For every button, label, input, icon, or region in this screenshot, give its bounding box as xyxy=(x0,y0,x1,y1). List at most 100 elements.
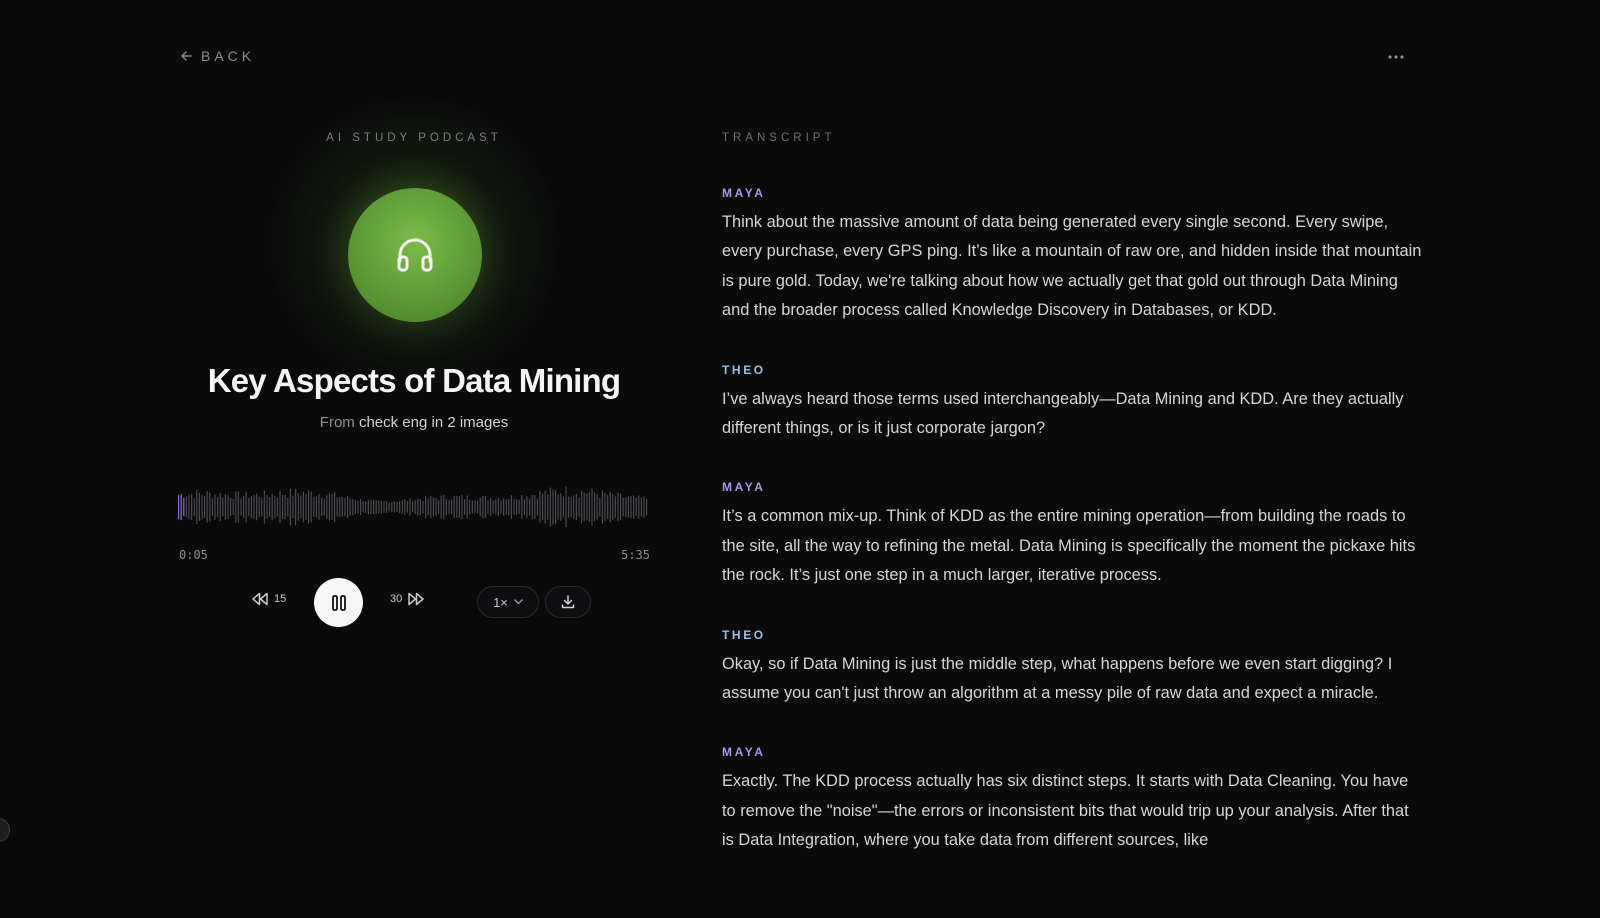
transcript-turn: MAYA Think about the massive amount of da… xyxy=(722,186,1422,326)
transcript-turn: THEO I’ve always heard those terms used i… xyxy=(722,363,1422,444)
waveform-bar xyxy=(380,500,382,514)
waveform-bar xyxy=(248,497,250,517)
waveform-bar xyxy=(560,493,562,521)
waveform-bar xyxy=(594,492,596,522)
waveform-bar xyxy=(302,491,304,523)
waveform-bar xyxy=(456,495,458,519)
sidebar-toggle-handle[interactable] xyxy=(0,818,10,842)
waveform-bar xyxy=(438,499,440,515)
waveform-bar xyxy=(508,498,510,516)
waveform-bar xyxy=(484,496,486,518)
waveform-bar xyxy=(482,496,484,518)
waveform-bar xyxy=(401,499,403,515)
waveform-bar xyxy=(497,497,499,517)
playback-speed-button[interactable]: 1× xyxy=(477,586,539,618)
waveform-bar xyxy=(625,497,627,517)
waveform-bar xyxy=(451,499,453,515)
waveform-bar xyxy=(367,499,369,515)
waveform-bar xyxy=(279,490,281,524)
waveform-bar xyxy=(201,494,203,520)
skip-back-button[interactable]: 15 xyxy=(251,592,286,606)
waveform-bar xyxy=(518,499,520,515)
transcript-label: TRANSCRIPT xyxy=(722,132,836,144)
waveform-bar xyxy=(627,496,629,518)
pause-icon xyxy=(331,594,346,611)
waveform-bar xyxy=(222,497,224,517)
waveform-bar xyxy=(318,494,320,520)
waveform-bar xyxy=(378,500,380,514)
waveform-bar xyxy=(490,498,492,516)
waveform-bar xyxy=(547,494,549,520)
waveform-bar xyxy=(487,500,489,514)
playback-controls: 15 30 1× xyxy=(178,578,650,628)
waveform-bar-played xyxy=(178,494,180,520)
waveform-bar xyxy=(622,497,624,517)
waveform-bar xyxy=(435,497,437,517)
waveform-bar xyxy=(466,495,468,519)
waveform-bar xyxy=(614,496,616,518)
elapsed-time: 0:05 xyxy=(179,548,208,562)
transcript-line: Exactly. The KDD process actually has si… xyxy=(722,772,1409,850)
skip-forward-button[interactable]: 30 xyxy=(390,592,425,606)
total-time: 5:35 xyxy=(621,548,650,562)
waveform-bar xyxy=(211,498,213,516)
waveform-bar xyxy=(321,497,323,517)
waveform-bar xyxy=(471,500,473,514)
transcript-list: MAYA Think about the massive amount of da… xyxy=(722,186,1422,893)
waveform-bar xyxy=(586,493,588,521)
waveform-bar xyxy=(573,495,575,519)
waveform-bar xyxy=(549,487,551,527)
waveform-bar xyxy=(188,494,190,520)
download-button[interactable] xyxy=(545,586,591,618)
waveform-bar xyxy=(409,498,411,516)
speaker-name: MAYA xyxy=(722,480,766,495)
waveform-bar xyxy=(477,500,479,514)
waveform-bar xyxy=(373,499,375,515)
waveform-bar xyxy=(601,490,603,524)
waveform-bar xyxy=(565,486,567,528)
waveform-bar xyxy=(362,501,364,513)
waveform-bar xyxy=(635,497,637,517)
waveform-bar xyxy=(521,495,523,519)
waveform-bar xyxy=(344,497,346,517)
waveform-bar xyxy=(193,497,195,517)
waveform-scrubber[interactable] xyxy=(178,478,650,536)
waveform-bar xyxy=(245,491,247,523)
waveform-bar xyxy=(440,495,442,519)
waveform-bar xyxy=(237,491,239,523)
waveform-bar xyxy=(419,499,421,515)
waveform-bar xyxy=(539,490,541,524)
waveform-bar xyxy=(406,500,408,514)
playback-speed-value: 1× xyxy=(493,594,508,610)
waveform-bar xyxy=(529,498,531,516)
waveform-bar xyxy=(274,495,276,519)
waveform-bar xyxy=(269,496,271,518)
waveform-bar xyxy=(575,493,577,521)
pause-button[interactable] xyxy=(314,578,363,627)
waveform-bar xyxy=(370,499,372,515)
waveform-bar xyxy=(443,494,445,520)
waveform-bar xyxy=(276,497,278,517)
chevron-down-icon xyxy=(514,599,523,605)
waveform-bar xyxy=(295,488,297,526)
waveform-bar xyxy=(341,496,343,518)
waveform-bar xyxy=(227,494,229,520)
waveform-bar xyxy=(349,498,351,516)
waveform-bar xyxy=(235,491,237,523)
waveform-bar xyxy=(224,494,226,520)
waveform-bar xyxy=(448,500,450,514)
waveform-bar xyxy=(388,502,390,512)
waveform-bar xyxy=(617,492,619,522)
waveform-bar xyxy=(464,499,466,515)
transcript-line: Okay, so if Data Mining is just the midd… xyxy=(722,654,1393,703)
waveform-bar xyxy=(461,494,463,520)
waveform-bar xyxy=(266,495,268,519)
waveform-bar xyxy=(620,493,622,521)
waveform-bar xyxy=(287,497,289,517)
waveform-bar xyxy=(638,495,640,519)
waveform-bar xyxy=(308,490,310,524)
waveform-bar xyxy=(513,499,515,515)
waveform-bar xyxy=(458,496,460,518)
waveform-bar xyxy=(523,498,525,516)
waveform-bar xyxy=(347,495,349,519)
